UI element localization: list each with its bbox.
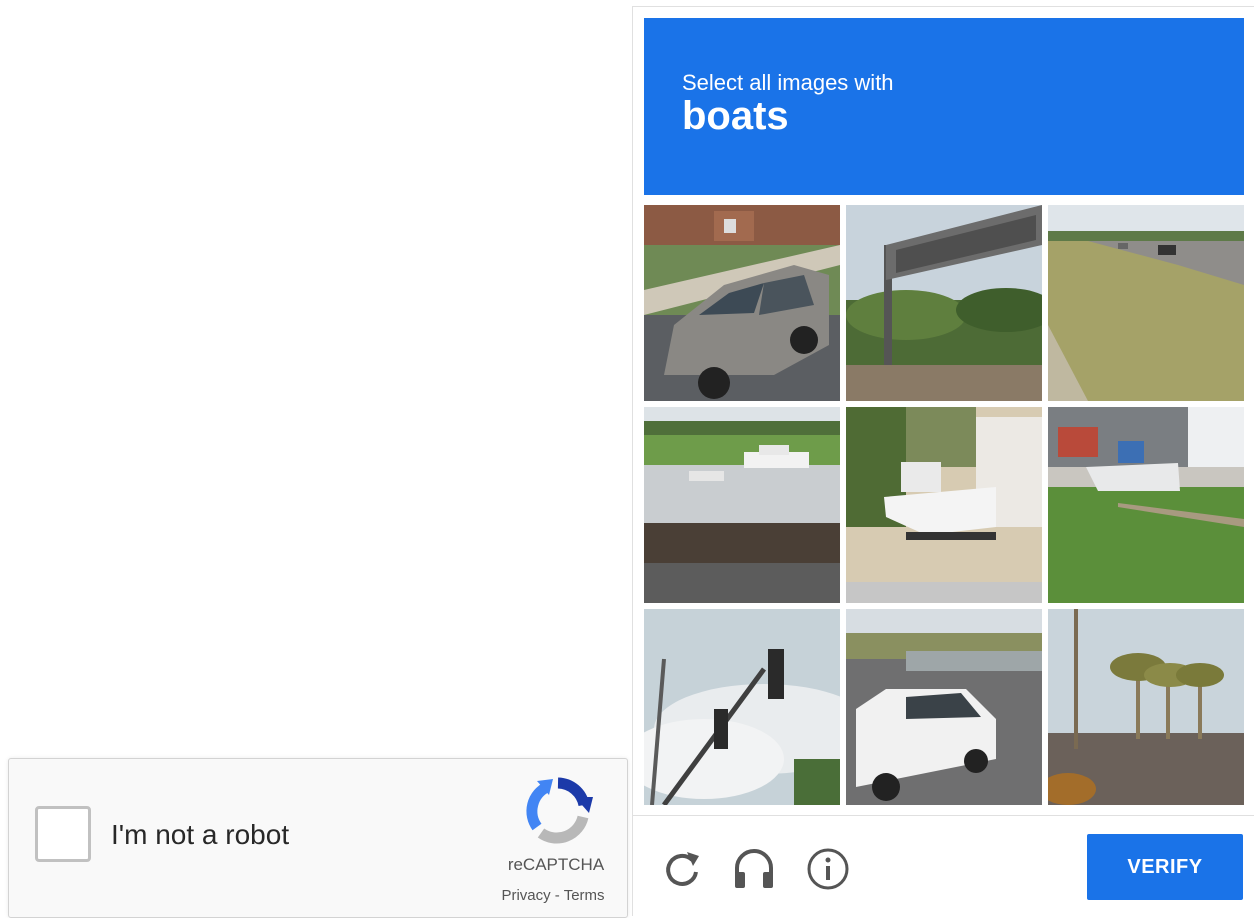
info-icon[interactable]: [805, 846, 851, 892]
terms-link[interactable]: Terms: [564, 887, 605, 904]
reload-icon[interactable]: [659, 846, 705, 892]
not-a-robot-label[interactable]: I'm not a robot: [111, 819, 289, 851]
challenge-footer: VERIFY: [633, 815, 1254, 918]
image-tile-8[interactable]: [846, 609, 1042, 805]
privacy-terms-links: Privacy - Terms: [483, 887, 623, 904]
recaptcha-checkbox-widget: I'm not a robot reCAPTCHA Privacy - Term…: [8, 758, 628, 918]
recaptcha-logo-icon: [523, 775, 593, 845]
image-tile-9[interactable]: [1048, 609, 1244, 805]
recaptcha-brand-text: reCAPTCHA: [507, 855, 605, 874]
image-tile-4[interactable]: [644, 407, 840, 603]
image-tile-5[interactable]: [846, 407, 1042, 603]
challenge-header: Select all images with boats: [644, 18, 1244, 195]
link-separator: -: [550, 887, 564, 904]
image-tile-7[interactable]: [644, 609, 840, 805]
image-challenge-popup: Select all images with boats VERIFY: [632, 6, 1254, 916]
audio-headphones-icon[interactable]: [731, 846, 777, 892]
challenge-target-word: boats: [682, 94, 789, 138]
not-a-robot-checkbox[interactable]: [35, 806, 91, 862]
image-grid: [644, 205, 1244, 805]
verify-button[interactable]: VERIFY: [1087, 834, 1243, 900]
image-tile-6[interactable]: [1048, 407, 1244, 603]
privacy-link[interactable]: Privacy: [501, 887, 550, 904]
challenge-prompt: Select all images with: [682, 70, 894, 95]
image-tile-3[interactable]: [1048, 205, 1244, 401]
image-tile-2[interactable]: [846, 205, 1042, 401]
image-tile-1[interactable]: [644, 205, 840, 401]
